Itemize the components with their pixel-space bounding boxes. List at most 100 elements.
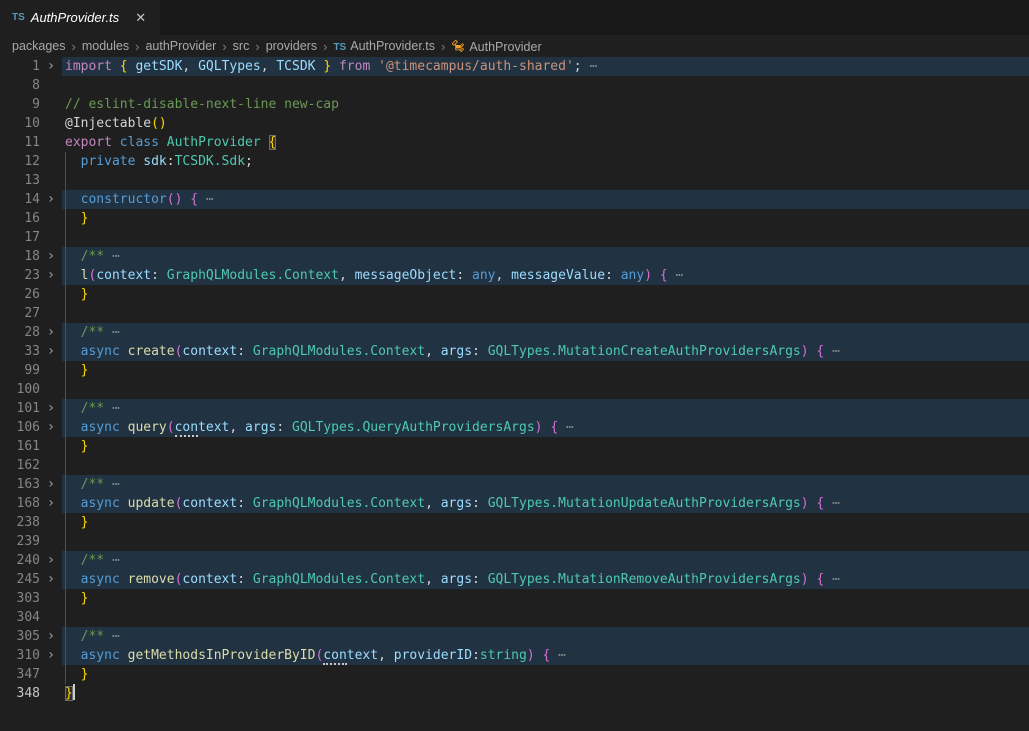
code-line[interactable]: 163› /** ⋯ bbox=[0, 475, 1029, 494]
code-content[interactable]: } bbox=[62, 285, 1029, 304]
code-content[interactable]: async getMethodsInProviderByID(context, … bbox=[62, 646, 1029, 665]
code-line[interactable]: 310› async getMethodsInProviderByID(cont… bbox=[0, 646, 1029, 665]
code-content[interactable]: /** ⋯ bbox=[62, 627, 1029, 646]
line-number[interactable]: 106 bbox=[0, 418, 40, 437]
line-number[interactable]: 162 bbox=[0, 456, 40, 475]
code-line[interactable]: 10 @Injectable() bbox=[0, 114, 1029, 133]
code-content[interactable]: constructor() { ⋯ bbox=[62, 190, 1029, 209]
code-line[interactable]: 348} bbox=[0, 684, 1029, 703]
line-number[interactable]: 13 bbox=[0, 171, 40, 190]
code-content[interactable]: /** ⋯ bbox=[62, 551, 1029, 570]
line-number[interactable]: 310 bbox=[0, 646, 40, 665]
code-content[interactable] bbox=[62, 304, 1029, 323]
fold-chevron-icon[interactable]: › bbox=[40, 57, 62, 76]
code-line[interactable]: 303 } bbox=[0, 589, 1029, 608]
code-line[interactable]: 27 bbox=[0, 304, 1029, 323]
code-content[interactable]: async create(context: GraphQLModules.Con… bbox=[62, 342, 1029, 361]
breadcrumb-item-file[interactable]: TSAuthProvider.ts bbox=[333, 39, 435, 53]
code-content[interactable] bbox=[62, 228, 1029, 247]
code-editor[interactable]: 1›import { getSDK, GQLTypes, TCSDK } fro… bbox=[0, 57, 1029, 703]
code-content[interactable]: /** ⋯ bbox=[62, 475, 1029, 494]
line-number[interactable]: 1 bbox=[0, 57, 40, 76]
line-number[interactable]: 10 bbox=[0, 114, 40, 133]
fold-chevron-icon[interactable]: › bbox=[40, 342, 62, 361]
code-line[interactable]: 23› l(context: GraphQLModules.Context, m… bbox=[0, 266, 1029, 285]
line-number[interactable]: 239 bbox=[0, 532, 40, 551]
line-number[interactable]: 8 bbox=[0, 76, 40, 95]
code-line[interactable]: 17 bbox=[0, 228, 1029, 247]
fold-chevron-icon[interactable]: › bbox=[40, 266, 62, 285]
code-content[interactable] bbox=[62, 171, 1029, 190]
code-content[interactable]: async query(context, args: GQLTypes.Quer… bbox=[62, 418, 1029, 437]
code-line[interactable]: 238 } bbox=[0, 513, 1029, 532]
code-line[interactable]: 100 bbox=[0, 380, 1029, 399]
code-content[interactable] bbox=[62, 532, 1029, 551]
code-line[interactable]: 162 bbox=[0, 456, 1029, 475]
code-content[interactable] bbox=[62, 456, 1029, 475]
tab-authprovider[interactable]: TS AuthProvider.ts ✕ bbox=[0, 0, 160, 35]
code-content[interactable] bbox=[62, 608, 1029, 627]
code-content[interactable]: /** ⋯ bbox=[62, 323, 1029, 342]
code-content[interactable]: async remove(context: GraphQLModules.Con… bbox=[62, 570, 1029, 589]
code-content[interactable]: import { getSDK, GQLTypes, TCSDK } from … bbox=[62, 57, 1029, 76]
line-number[interactable]: 163 bbox=[0, 475, 40, 494]
code-line[interactable]: 1›import { getSDK, GQLTypes, TCSDK } fro… bbox=[0, 57, 1029, 76]
code-content[interactable]: async update(context: GraphQLModules.Con… bbox=[62, 494, 1029, 513]
code-content[interactable] bbox=[62, 76, 1029, 95]
fold-chevron-icon[interactable]: › bbox=[40, 418, 62, 437]
line-number[interactable]: 9 bbox=[0, 95, 40, 114]
code-content[interactable]: export class AuthProvider { bbox=[62, 133, 1029, 152]
fold-chevron-icon[interactable]: › bbox=[40, 475, 62, 494]
code-content[interactable]: } bbox=[62, 589, 1029, 608]
fold-chevron-icon[interactable]: › bbox=[40, 323, 62, 342]
code-content[interactable]: private sdk:TCSDK.Sdk; bbox=[62, 152, 1029, 171]
code-line[interactable]: 26 } bbox=[0, 285, 1029, 304]
code-line[interactable]: 16 } bbox=[0, 209, 1029, 228]
code-line[interactable]: 168› async update(context: GraphQLModule… bbox=[0, 494, 1029, 513]
breadcrumb-item-packages[interactable]: packages bbox=[12, 39, 66, 53]
close-icon[interactable]: ✕ bbox=[133, 10, 148, 25]
fold-chevron-icon[interactable]: › bbox=[40, 570, 62, 589]
code-content[interactable] bbox=[62, 380, 1029, 399]
breadcrumb-item-providers[interactable]: providers bbox=[266, 39, 317, 53]
code-line[interactable]: 161 } bbox=[0, 437, 1029, 456]
code-line[interactable]: 8 bbox=[0, 76, 1029, 95]
code-content[interactable]: /** ⋯ bbox=[62, 399, 1029, 418]
code-line[interactable]: 304 bbox=[0, 608, 1029, 627]
line-number[interactable]: 245 bbox=[0, 570, 40, 589]
code-line[interactable]: 14› constructor() { ⋯ bbox=[0, 190, 1029, 209]
code-line[interactable]: 347 } bbox=[0, 665, 1029, 684]
line-number[interactable]: 99 bbox=[0, 361, 40, 380]
fold-chevron-icon[interactable]: › bbox=[40, 494, 62, 513]
line-number[interactable]: 101 bbox=[0, 399, 40, 418]
fold-chevron-icon[interactable]: › bbox=[40, 551, 62, 570]
code-content[interactable]: @Injectable() bbox=[62, 114, 1029, 133]
code-line[interactable]: 11 export class AuthProvider { bbox=[0, 133, 1029, 152]
code-content[interactable]: } bbox=[62, 665, 1029, 684]
code-line[interactable]: 9// eslint-disable-next-line new-cap bbox=[0, 95, 1029, 114]
line-number[interactable]: 26 bbox=[0, 285, 40, 304]
code-line[interactable]: 239 bbox=[0, 532, 1029, 551]
fold-chevron-icon[interactable]: › bbox=[40, 646, 62, 665]
code-content[interactable]: l(context: GraphQLModules.Context, messa… bbox=[62, 266, 1029, 285]
breadcrumb-item-symbol[interactable]: AuthProvider bbox=[451, 39, 541, 54]
line-number[interactable]: 304 bbox=[0, 608, 40, 627]
fold-chevron-icon[interactable]: › bbox=[40, 399, 62, 418]
line-number[interactable]: 240 bbox=[0, 551, 40, 570]
code-line[interactable]: 245› async remove(context: GraphQLModule… bbox=[0, 570, 1029, 589]
line-number[interactable]: 12 bbox=[0, 152, 40, 171]
code-line[interactable]: 99 } bbox=[0, 361, 1029, 380]
line-number[interactable]: 33 bbox=[0, 342, 40, 361]
code-content[interactable]: } bbox=[62, 684, 1029, 703]
line-number[interactable]: 11 bbox=[0, 133, 40, 152]
fold-chevron-icon[interactable]: › bbox=[40, 190, 62, 209]
breadcrumb-item-authprovider[interactable]: authProvider bbox=[145, 39, 216, 53]
line-number[interactable]: 100 bbox=[0, 380, 40, 399]
line-number[interactable]: 168 bbox=[0, 494, 40, 513]
line-number[interactable]: 17 bbox=[0, 228, 40, 247]
line-number[interactable]: 14 bbox=[0, 190, 40, 209]
code-line[interactable]: 101› /** ⋯ bbox=[0, 399, 1029, 418]
fold-chevron-icon[interactable]: › bbox=[40, 247, 62, 266]
fold-chevron-icon[interactable]: › bbox=[40, 627, 62, 646]
code-line[interactable]: 305› /** ⋯ bbox=[0, 627, 1029, 646]
